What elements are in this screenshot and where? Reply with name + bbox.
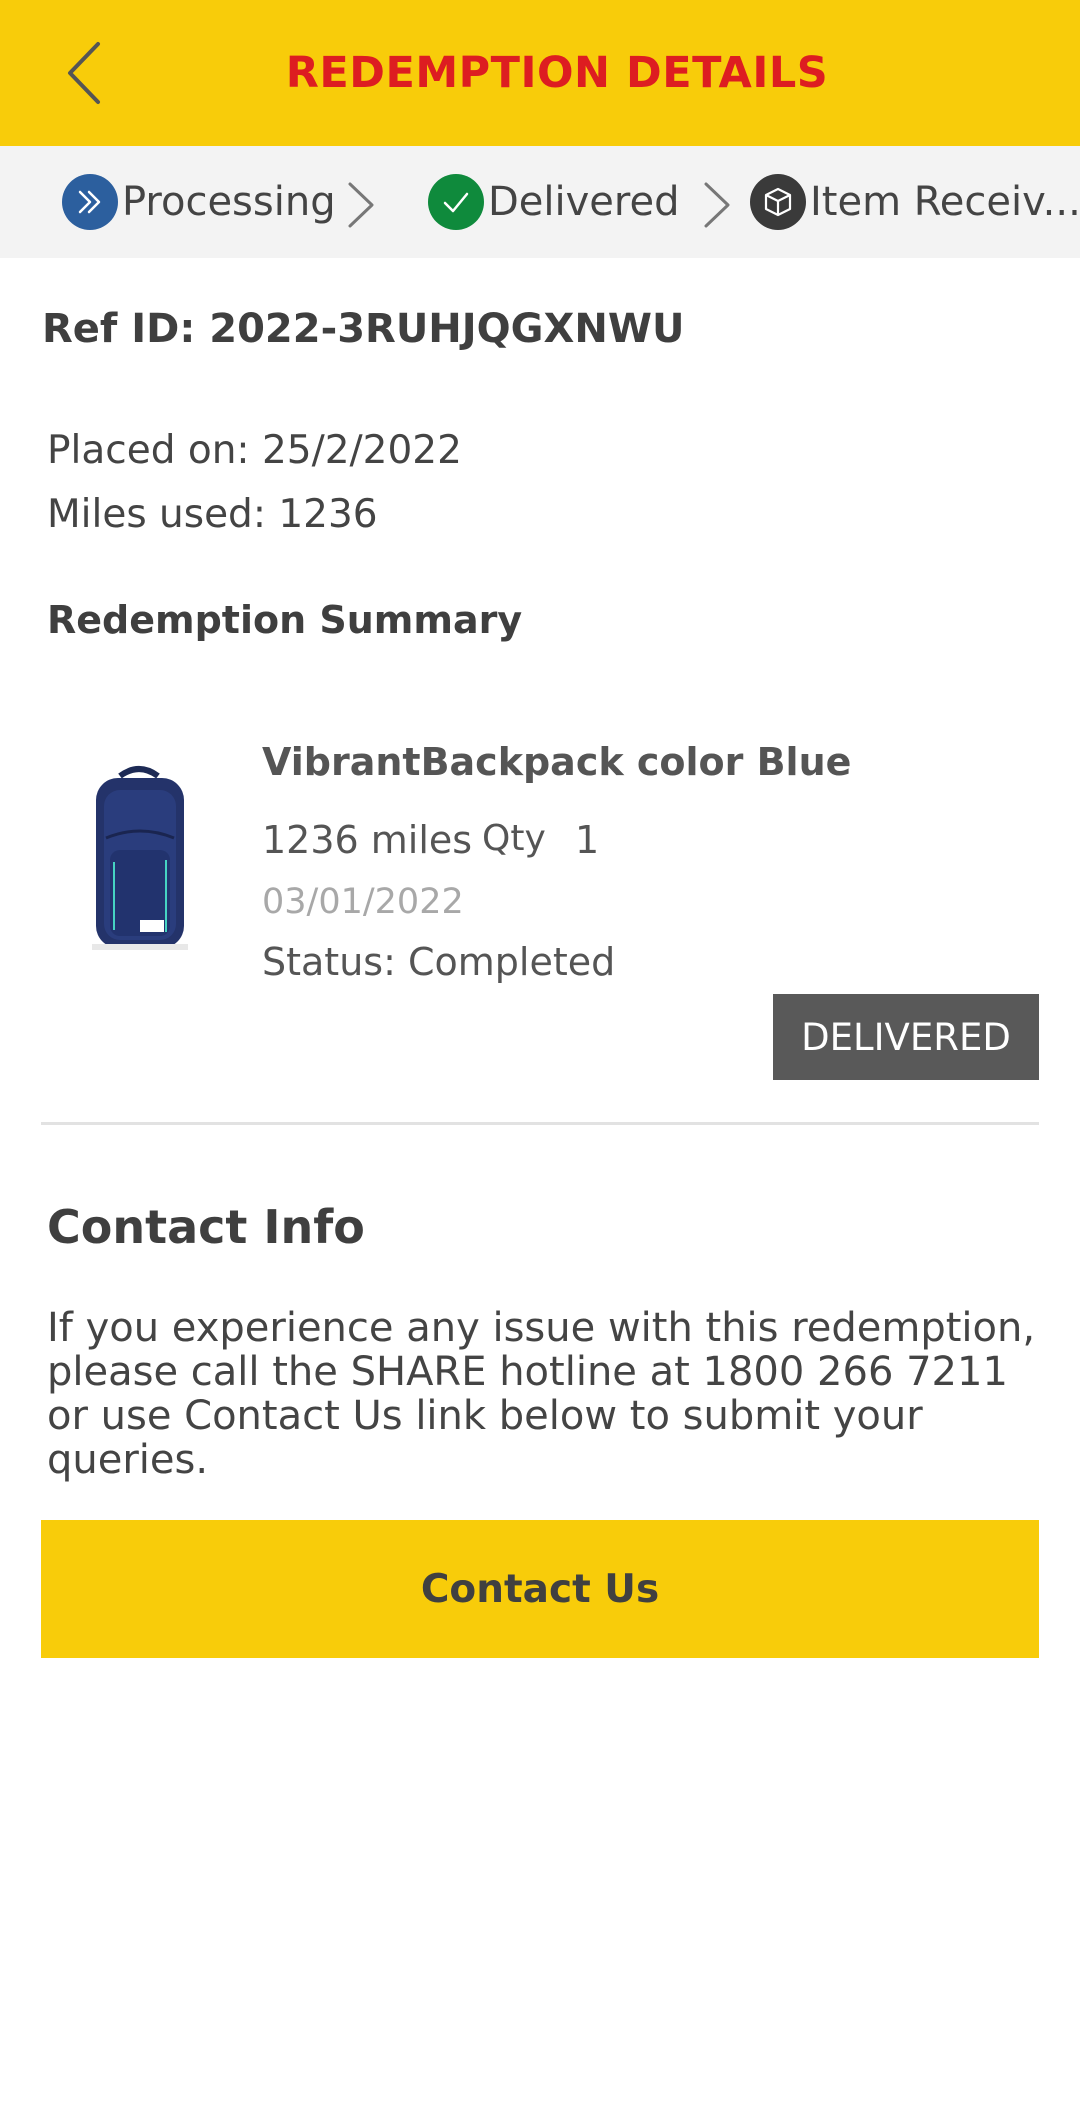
check-icon [428, 174, 484, 230]
contact-info-title: Contact Info [47, 1200, 365, 1254]
step-label: Processing [122, 179, 336, 225]
step-label: Item Receiv... [810, 179, 1080, 225]
step-item-received[interactable]: Item Receiv... [750, 146, 1080, 258]
item-status: Status: Completed [262, 940, 616, 984]
contact-us-button[interactable]: Contact Us [41, 1520, 1039, 1658]
quantity-value: 1 [575, 818, 600, 862]
chevron-right-icon [704, 182, 730, 228]
reference-id: Ref ID: 2022-3RUHJQGXNWU [42, 306, 685, 352]
box-icon [750, 174, 806, 230]
product-miles: 1236 miles [262, 818, 473, 862]
product-name: VibrantBackpack color Blue [262, 740, 852, 784]
step-delivered[interactable]: Delivered [428, 146, 679, 258]
placed-on-date: Placed on: 25/2/2022 [47, 428, 462, 473]
product-image [92, 766, 188, 950]
chevron-right-icon [348, 182, 374, 228]
progress-steps: Processing Delivered Item Receiv... [0, 146, 1080, 258]
item-date: 03/01/2022 [262, 882, 464, 922]
quantity-label: Qty [482, 818, 546, 859]
page-title: REDEMPTION DETAILS [285, 48, 829, 98]
step-label: Delivered [488, 179, 680, 225]
section-title: Redemption Summary [47, 598, 523, 642]
step-processing[interactable]: Processing [62, 146, 336, 258]
status-badge: DELIVERED [773, 994, 1039, 1080]
app-header: REDEMPTION DETAILS [0, 0, 1080, 146]
miles-used: Miles used: 1236 [47, 492, 378, 537]
divider [41, 1122, 1039, 1125]
contact-info-text: If you experience any issue with this re… [47, 1305, 1036, 1483]
double-chevron-icon [62, 174, 118, 230]
